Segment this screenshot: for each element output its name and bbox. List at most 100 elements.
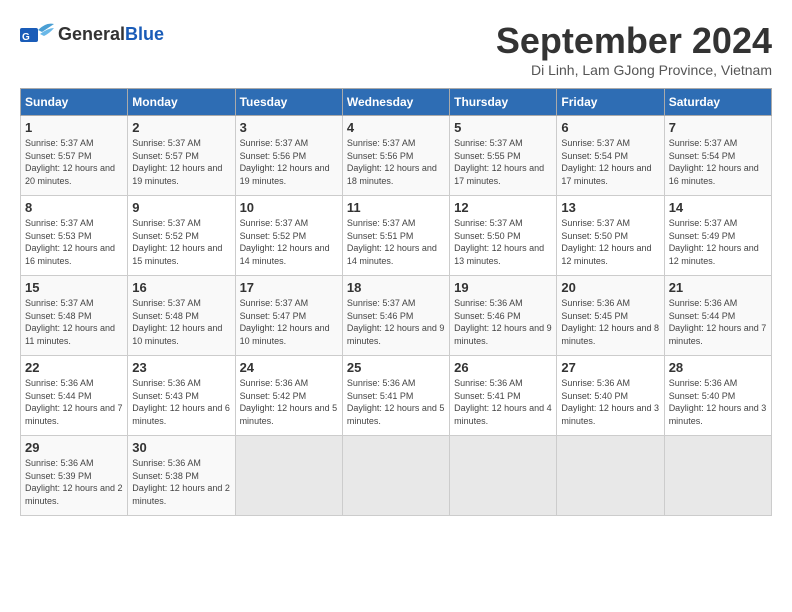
table-row: 5 Sunrise: 5:37 AMSunset: 5:55 PMDaylight… [450,116,557,196]
day-info: Sunrise: 5:37 AMSunset: 5:57 PMDaylight:… [132,137,230,187]
day-info: Sunrise: 5:37 AMSunset: 5:50 PMDaylight:… [561,217,659,267]
day-info: Sunrise: 5:37 AMSunset: 5:48 PMDaylight:… [25,297,123,347]
table-row: 18 Sunrise: 5:37 AMSunset: 5:46 PMDayligh… [342,276,449,356]
table-row: 9Sunrise: 5:37 AMSunset: 5:52 PMDaylight… [128,196,235,276]
table-row: 28 Sunrise: 5:36 AMSunset: 5:40 PMDayligh… [664,356,771,436]
day-info: Sunrise: 5:37 AMSunset: 5:48 PMDaylight:… [132,297,230,347]
col-saturday: Saturday [664,89,771,116]
table-row: 11Sunrise: 5:37 AMSunset: 5:51 PMDayligh… [342,196,449,276]
table-row [664,436,771,516]
day-info: Sunrise: 5:36 AMSunset: 5:40 PMDaylight:… [561,377,659,427]
day-number: 30 [132,440,230,455]
day-number: 8 [25,200,123,215]
header-row: Sunday Monday Tuesday Wednesday Thursday… [21,89,772,116]
table-row: 22 Sunrise: 5:36 AMSunset: 5:44 PMDayligh… [21,356,128,436]
day-info: Sunrise: 5:37 AMSunset: 5:57 PMDaylight:… [25,137,123,187]
table-row: 3Sunrise: 5:37 AMSunset: 5:56 PMDaylight… [235,116,342,196]
day-number: 16 [132,280,230,295]
day-number: 29 [25,440,123,455]
day-number: 6 [561,120,659,135]
day-number: 18 [347,280,445,295]
title-block: September 2024 Di Linh, Lam GJong Provin… [496,20,772,78]
logo: G GeneralBlue [20,20,164,48]
table-row: 7 Sunrise: 5:37 AMSunset: 5:54 PMDaylight… [664,116,771,196]
day-info: Sunrise: 5:37 AMSunset: 5:56 PMDaylight:… [240,137,338,187]
day-number: 28 [669,360,767,375]
week-row-5: 29 Sunrise: 5:36 AMSunset: 5:39 PMDayligh… [21,436,772,516]
calendar-table: Sunday Monday Tuesday Wednesday Thursday… [20,88,772,516]
day-info: Sunrise: 5:37 AMSunset: 5:53 PMDaylight:… [25,217,123,267]
col-thursday: Thursday [450,89,557,116]
table-row: 8 Sunrise: 5:37 AMSunset: 5:53 PMDaylight… [21,196,128,276]
day-info: Sunrise: 5:37 AMSunset: 5:54 PMDaylight:… [669,137,767,187]
table-row [235,436,342,516]
day-number: 12 [454,200,552,215]
day-number: 14 [669,200,767,215]
day-number: 7 [669,120,767,135]
week-row-4: 22 Sunrise: 5:36 AMSunset: 5:44 PMDayligh… [21,356,772,436]
table-row: 6 Sunrise: 5:37 AMSunset: 5:54 PMDaylight… [557,116,664,196]
day-number: 21 [669,280,767,295]
day-info: Sunrise: 5:36 AMSunset: 5:40 PMDaylight:… [669,377,767,427]
week-row-1: 1 Sunrise: 5:37 AMSunset: 5:57 PMDaylight… [21,116,772,196]
day-info: Sunrise: 5:37 AMSunset: 5:52 PMDaylight:… [240,217,338,267]
table-row: 26Sunrise: 5:36 AMSunset: 5:41 PMDayligh… [450,356,557,436]
col-friday: Friday [557,89,664,116]
col-wednesday: Wednesday [342,89,449,116]
day-info: Sunrise: 5:37 AMSunset: 5:55 PMDaylight:… [454,137,552,187]
day-info: Sunrise: 5:37 AMSunset: 5:50 PMDaylight:… [454,217,552,267]
day-info: Sunrise: 5:37 AMSunset: 5:56 PMDaylight:… [347,137,445,187]
day-number: 2 [132,120,230,135]
day-number: 24 [240,360,338,375]
day-info: Sunrise: 5:36 AMSunset: 5:42 PMDaylight:… [240,377,338,427]
week-row-2: 8 Sunrise: 5:37 AMSunset: 5:53 PMDaylight… [21,196,772,276]
day-info: Sunrise: 5:36 AMSunset: 5:39 PMDaylight:… [25,457,123,507]
table-row [342,436,449,516]
table-row: 16 Sunrise: 5:37 AMSunset: 5:48 PMDayligh… [128,276,235,356]
table-row: 27 Sunrise: 5:36 AMSunset: 5:40 PMDayligh… [557,356,664,436]
day-number: 15 [25,280,123,295]
table-row [450,436,557,516]
day-info: Sunrise: 5:36 AMSunset: 5:44 PMDaylight:… [25,377,123,427]
day-info: Sunrise: 5:36 AMSunset: 5:44 PMDaylight:… [669,297,767,347]
day-info: Sunrise: 5:37 AMSunset: 5:54 PMDaylight:… [561,137,659,187]
table-row: 25 Sunrise: 5:36 AMSunset: 5:41 PMDayligh… [342,356,449,436]
svg-text:G: G [22,32,30,43]
table-row: 2 Sunrise: 5:37 AMSunset: 5:57 PMDaylight… [128,116,235,196]
day-number: 11 [347,200,445,215]
table-row: 17 Sunrise: 5:37 AMSunset: 5:47 PMDayligh… [235,276,342,356]
logo-blue: Blue [125,24,164,44]
table-row: 12 Sunrise: 5:37 AMSunset: 5:50 PMDayligh… [450,196,557,276]
col-monday: Monday [128,89,235,116]
table-row: 15 Sunrise: 5:37 AMSunset: 5:48 PMDayligh… [21,276,128,356]
day-number: 20 [561,280,659,295]
day-number: 9 [132,200,230,215]
table-row: 10 Sunrise: 5:37 AMSunset: 5:52 PMDayligh… [235,196,342,276]
table-row: 1 Sunrise: 5:37 AMSunset: 5:57 PMDaylight… [21,116,128,196]
day-info: Sunrise: 5:36 AMSunset: 5:38 PMDaylight:… [132,457,230,507]
day-number: 5 [454,120,552,135]
day-number: 22 [25,360,123,375]
day-number: 1 [25,120,123,135]
day-info: Sunrise: 5:37 AMSunset: 5:47 PMDaylight:… [240,297,338,347]
day-number: 17 [240,280,338,295]
page-header: G GeneralBlue September 2024 Di Linh, La… [20,20,772,78]
day-info: Sunrise: 5:36 AMSunset: 5:45 PMDaylight:… [561,297,659,347]
table-row: 19Sunrise: 5:36 AMSunset: 5:46 PMDayligh… [450,276,557,356]
day-info: Sunrise: 5:36 AMSunset: 5:41 PMDaylight:… [454,377,552,427]
day-info: Sunrise: 5:37 AMSunset: 5:46 PMDaylight:… [347,297,445,347]
day-number: 23 [132,360,230,375]
col-sunday: Sunday [21,89,128,116]
table-row: 23Sunrise: 5:36 AMSunset: 5:43 PMDayligh… [128,356,235,436]
day-info: Sunrise: 5:36 AMSunset: 5:41 PMDaylight:… [347,377,445,427]
table-row: 14Sunrise: 5:37 AMSunset: 5:49 PMDayligh… [664,196,771,276]
table-row: 21 Sunrise: 5:36 AMSunset: 5:44 PMDayligh… [664,276,771,356]
day-number: 10 [240,200,338,215]
logo-icon: G [20,20,54,48]
day-number: 13 [561,200,659,215]
table-row: 30 Sunrise: 5:36 AMSunset: 5:38 PMDayligh… [128,436,235,516]
day-number: 25 [347,360,445,375]
table-row: 4Sunrise: 5:37 AMSunset: 5:56 PMDaylight… [342,116,449,196]
day-number: 27 [561,360,659,375]
table-row [557,436,664,516]
